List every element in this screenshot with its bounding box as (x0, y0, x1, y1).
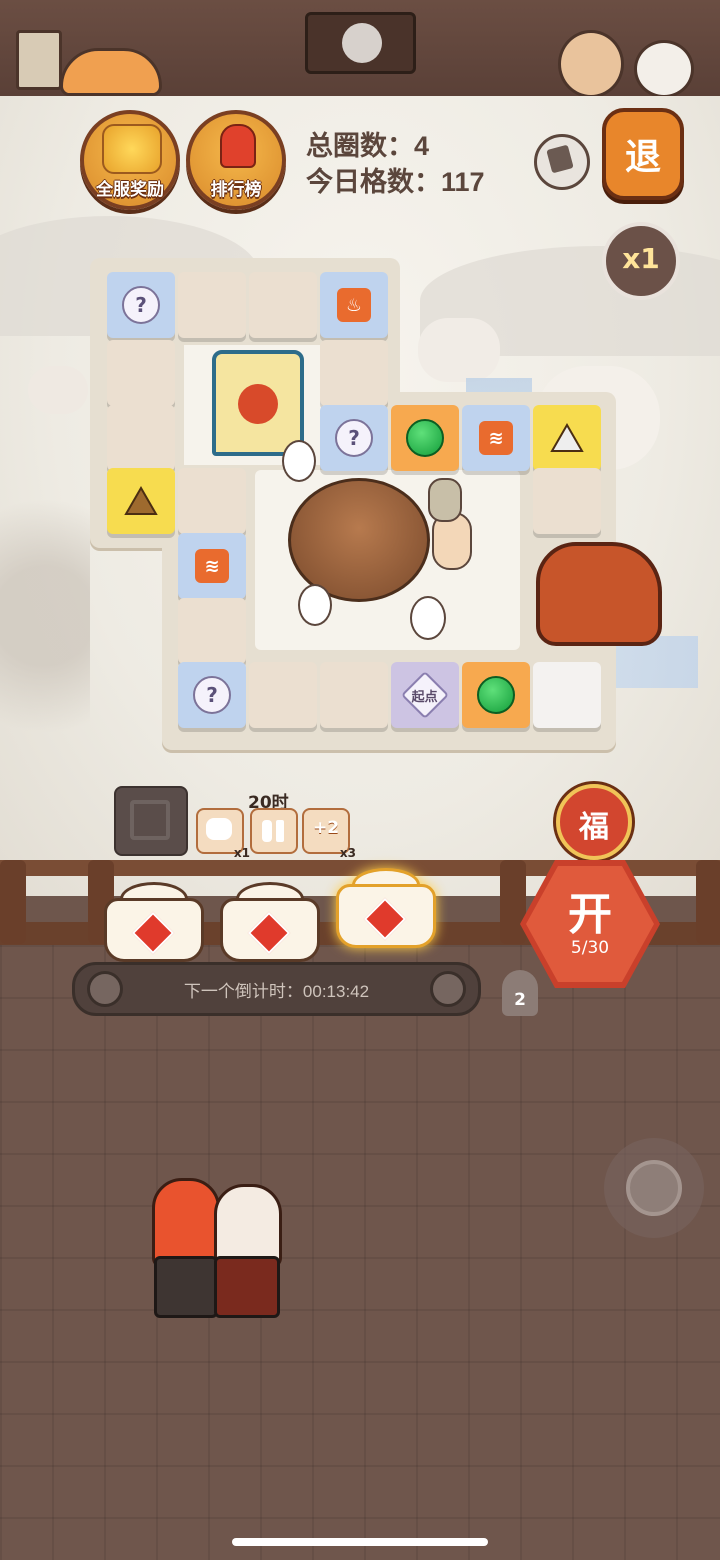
bonus-item-card[interactable]: +2 x3 (302, 808, 356, 860)
board-tile-rice (107, 468, 175, 534)
exit-button[interactable]: 退 (602, 108, 684, 200)
home-indicator[interactable] (232, 1538, 488, 1546)
lucky-pot-active[interactable] (330, 862, 442, 948)
fortune-button[interactable]: 福 (556, 784, 632, 860)
carrot-icon (262, 820, 272, 842)
character-avatar (558, 30, 624, 98)
fence-post (696, 860, 720, 944)
arrow-up-icon (276, 820, 284, 842)
lucky-pot[interactable] (214, 876, 326, 962)
rice-ball-icon (550, 421, 584, 455)
board-tile-wave: ≋ (462, 405, 530, 471)
chef-character (152, 1178, 220, 1268)
question-icon: ? (122, 286, 160, 324)
board-tile (533, 662, 601, 728)
merchant-character (428, 478, 462, 522)
server-reward-button[interactable]: 全服奖励 (80, 110, 180, 210)
board-tile (533, 468, 601, 534)
ghost-icon: 2 (502, 970, 538, 1016)
bonus-label: +2 (312, 818, 340, 838)
board-tile-orb (391, 405, 459, 471)
board-tile-orb (462, 662, 530, 728)
exit-label: 退 (624, 137, 661, 178)
joystick[interactable] (604, 1138, 704, 1238)
start-label: 起点 (411, 689, 439, 705)
board-tile (178, 468, 246, 534)
chicken-character (298, 584, 332, 626)
open-label: 开 (568, 889, 612, 940)
today-tiles: 今日格数：117 (306, 167, 485, 197)
stove-icon (154, 1256, 218, 1318)
chicken-character (410, 596, 446, 640)
horse-character (536, 542, 662, 646)
board-tile-rice (533, 405, 601, 471)
bag-icon: ♨ (337, 288, 371, 322)
chicken-character (282, 440, 316, 482)
board-tile (107, 405, 175, 471)
board-tile (178, 598, 246, 664)
question-icon: ? (335, 419, 373, 457)
board-tile-bag: ♨ (320, 272, 388, 338)
board-tile-start: 起点 (391, 662, 459, 728)
fortune-label: 福 (579, 810, 609, 845)
open-count: 5/30 (570, 938, 610, 958)
start-marker: 起点 (400, 670, 450, 720)
speed-button[interactable]: x1 (602, 222, 680, 300)
board-tile (249, 662, 317, 728)
wave-icon: ≋ (195, 549, 229, 583)
cat-icon (60, 48, 162, 96)
fence-post (0, 860, 26, 944)
board-tile-question: ? (107, 272, 175, 338)
horse-icon (206, 818, 232, 840)
question-icon: ? (193, 676, 231, 714)
open-button[interactable]: 开 5/30 (520, 860, 660, 988)
countdown-label: 下一个倒计时：00:13:42 (183, 982, 370, 1001)
board-tile-question: ? (320, 405, 388, 471)
board-tile (178, 272, 246, 338)
total-laps: 总圈数：4 (306, 131, 430, 161)
cloud-decoration (28, 366, 88, 414)
ranking-button[interactable]: 排行榜 (186, 110, 286, 210)
ranking-label: 排行榜 (210, 180, 262, 199)
green-orb-icon (406, 419, 444, 457)
cloud-decoration (418, 318, 500, 382)
hanging-sign-icon (305, 12, 416, 74)
horse-item-card[interactable]: x1 (196, 808, 250, 860)
board-tile-question: ? (178, 662, 246, 728)
carrot-item-card[interactable] (250, 808, 298, 854)
countdown-bar: 下一个倒计时：00:13:42 (72, 962, 481, 1016)
board-tile (249, 272, 317, 338)
rice-ball-icon (124, 484, 158, 518)
speed-label: x1 (622, 242, 660, 275)
treasure-icon (102, 124, 162, 174)
stove-icon (214, 1256, 280, 1318)
board-tile (107, 340, 175, 406)
minimap-button[interactable] (114, 786, 188, 856)
top-bar (0, 0, 720, 100)
pet-avatar (634, 40, 694, 98)
board-tile-wave: ≋ (178, 533, 246, 599)
map-icon (130, 800, 170, 840)
scroll-icon (16, 30, 62, 90)
bonus-multiplier: x3 (339, 846, 356, 860)
green-orb-icon (477, 676, 515, 714)
board-tile (320, 340, 388, 406)
edit-icon[interactable] (534, 134, 590, 190)
wave-icon: ≋ (479, 421, 513, 455)
lucky-pot[interactable] (98, 876, 210, 962)
ghost-count: 2 (514, 990, 526, 1010)
board-tile (320, 662, 388, 728)
lantern-shrine-icon (212, 350, 304, 456)
drum-stage-icon (288, 478, 430, 602)
floor (0, 945, 720, 1560)
horse-multiplier: x1 (233, 846, 250, 860)
tree-decoration (0, 456, 90, 776)
server-reward-label: 全服奖励 (96, 180, 164, 199)
joystick-knob[interactable] (626, 1160, 682, 1216)
ranking-icon (220, 124, 256, 168)
